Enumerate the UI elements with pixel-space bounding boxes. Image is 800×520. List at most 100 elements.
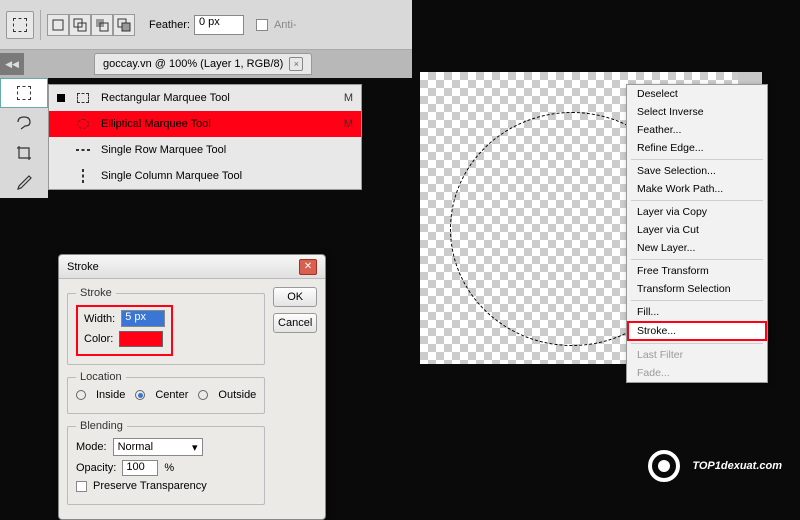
mode-select[interactable]: Normal▾ — [113, 438, 203, 456]
row-marquee-icon — [75, 142, 91, 158]
radio-inside[interactable] — [76, 390, 86, 400]
marquee-flyout-menu: Rectangular Marquee Tool M Elliptical Ma… — [48, 84, 362, 190]
mode-new-button[interactable] — [47, 14, 69, 36]
crop-icon — [15, 144, 33, 162]
context-menu-item[interactable]: Save Selection... — [627, 162, 767, 180]
context-menu-item: Last Filter — [627, 346, 767, 364]
dialog-title: Stroke — [67, 261, 299, 273]
highlighted-stroke-settings: Width: 5 px Color: — [76, 305, 173, 356]
context-menu-separator — [631, 343, 763, 344]
context-menu-item[interactable]: Stroke... — [627, 321, 767, 341]
document-tab[interactable]: goccay.vn @ 100% (Layer 1, RGB/8) × — [94, 53, 312, 75]
flyout-label: Elliptical Marquee Tool — [101, 118, 334, 130]
col-marquee-icon — [75, 168, 91, 184]
eyedropper-icon — [15, 174, 33, 192]
marquee-tool-button[interactable] — [0, 78, 48, 108]
rect-marquee-icon — [75, 90, 91, 106]
stroke-legend: Stroke — [76, 287, 116, 299]
feather-group: Feather: 0 px — [149, 15, 244, 35]
opacity-label: Opacity: — [76, 462, 116, 474]
watermark-text: TOP1dexuat.com — [692, 460, 782, 472]
options-bar: Feather: 0 px Anti- — [0, 0, 412, 50]
color-label: Color: — [84, 333, 113, 345]
context-menu-item[interactable]: Feather... — [627, 121, 767, 139]
flyout-item-single-column[interactable]: Single Column Marquee Tool — [49, 163, 361, 189]
new-selection-icon — [51, 18, 65, 32]
anti-alias-label: Anti- — [274, 19, 297, 31]
center-label: Center — [155, 389, 188, 401]
mode-subtract-button[interactable] — [91, 14, 113, 36]
ellipse-marquee-icon — [75, 116, 91, 132]
feather-input[interactable]: 0 px — [194, 15, 244, 35]
ok-label: OK — [287, 291, 303, 303]
marquee-icon — [17, 86, 31, 100]
mode-value: Normal — [118, 441, 153, 453]
anti-alias-checkbox[interactable] — [256, 19, 268, 31]
close-tab-button[interactable]: × — [289, 57, 303, 71]
preserve-transparency-checkbox[interactable] — [76, 481, 87, 492]
add-selection-icon — [73, 18, 87, 32]
flyout-item-single-row[interactable]: Single Row Marquee Tool — [49, 137, 361, 163]
ok-button[interactable]: OK — [273, 287, 317, 307]
flyout-shortcut: M — [344, 118, 353, 130]
dialog-close-button[interactable]: ✕ — [299, 259, 317, 275]
mode-add-button[interactable] — [69, 14, 91, 36]
current-tool-indicator[interactable] — [6, 11, 34, 39]
lasso-tool-button[interactable] — [0, 108, 48, 138]
location-legend: Location — [76, 371, 126, 383]
opacity-unit: % — [164, 462, 174, 474]
selection-context-menu: DeselectSelect InverseFeather...Refine E… — [626, 84, 768, 383]
document-tab-title: goccay.vn @ 100% (Layer 1, RGB/8) — [103, 58, 283, 70]
context-menu-separator — [631, 259, 763, 260]
mode-intersect-button[interactable] — [113, 14, 135, 36]
flyout-label: Rectangular Marquee Tool — [101, 92, 334, 104]
context-menu-item[interactable]: Layer via Cut — [627, 221, 767, 239]
radio-center[interactable] — [135, 390, 145, 400]
feather-label: Feather: — [149, 19, 190, 31]
context-menu-item[interactable]: Refine Edge... — [627, 139, 767, 157]
watermark: TOP1dexuat.com — [646, 448, 782, 484]
location-fieldset: Location Inside Center Outside — [67, 371, 265, 414]
crop-tool-button[interactable] — [0, 138, 48, 168]
context-menu-item[interactable]: New Layer... — [627, 239, 767, 257]
context-menu-item[interactable]: Fill... — [627, 303, 767, 321]
document-tab-bar: ◀◀ goccay.vn @ 100% (Layer 1, RGB/8) × — [0, 50, 412, 78]
context-menu-item[interactable]: Deselect — [627, 85, 767, 103]
dialog-titlebar[interactable]: Stroke ✕ — [59, 255, 325, 279]
selection-mode-group — [47, 14, 135, 36]
color-swatch[interactable] — [119, 331, 163, 347]
subtract-selection-icon — [95, 18, 109, 32]
flyout-label: Single Column Marquee Tool — [101, 170, 343, 182]
context-menu-item[interactable]: Layer via Copy — [627, 203, 767, 221]
context-menu-item[interactable]: Select Inverse — [627, 103, 767, 121]
width-input[interactable]: 5 px — [121, 310, 165, 327]
context-menu-item[interactable]: Transform Selection — [627, 280, 767, 298]
flyout-item-rectangular[interactable]: Rectangular Marquee Tool M — [49, 85, 361, 111]
mode-label: Mode: — [76, 441, 107, 453]
cancel-button[interactable]: Cancel — [273, 313, 317, 333]
preserve-label: Preserve Transparency — [93, 480, 207, 492]
blending-legend: Blending — [76, 420, 127, 432]
context-menu-item: Fade... — [627, 364, 767, 382]
context-menu-item[interactable]: Free Transform — [627, 262, 767, 280]
marquee-icon — [13, 18, 27, 32]
separator — [40, 10, 41, 40]
blending-fieldset: Blending Mode: Normal▾ Opacity: 100 % Pr… — [67, 420, 265, 505]
opacity-input[interactable]: 100 — [122, 460, 158, 476]
intersect-selection-icon — [117, 18, 131, 32]
context-menu-item[interactable]: Make Work Path... — [627, 180, 767, 198]
flyout-shortcut: M — [344, 92, 353, 104]
panel-collapse-button[interactable]: ◀◀ — [0, 53, 24, 75]
tools-panel — [0, 78, 48, 198]
context-menu-separator — [631, 159, 763, 160]
radio-outside[interactable] — [198, 390, 208, 400]
width-label: Width: — [84, 313, 115, 325]
context-menu-separator — [631, 300, 763, 301]
eyedropper-tool-button[interactable] — [0, 168, 48, 198]
flyout-label: Single Row Marquee Tool — [101, 144, 343, 156]
stroke-dialog: Stroke ✕ Stroke Width: 5 px Color: Lo — [58, 254, 326, 520]
flyout-item-elliptical[interactable]: Elliptical Marquee Tool M — [49, 111, 361, 137]
context-menu-separator — [631, 200, 763, 201]
inside-label: Inside — [96, 389, 125, 401]
stroke-fieldset: Stroke Width: 5 px Color: — [67, 287, 265, 365]
